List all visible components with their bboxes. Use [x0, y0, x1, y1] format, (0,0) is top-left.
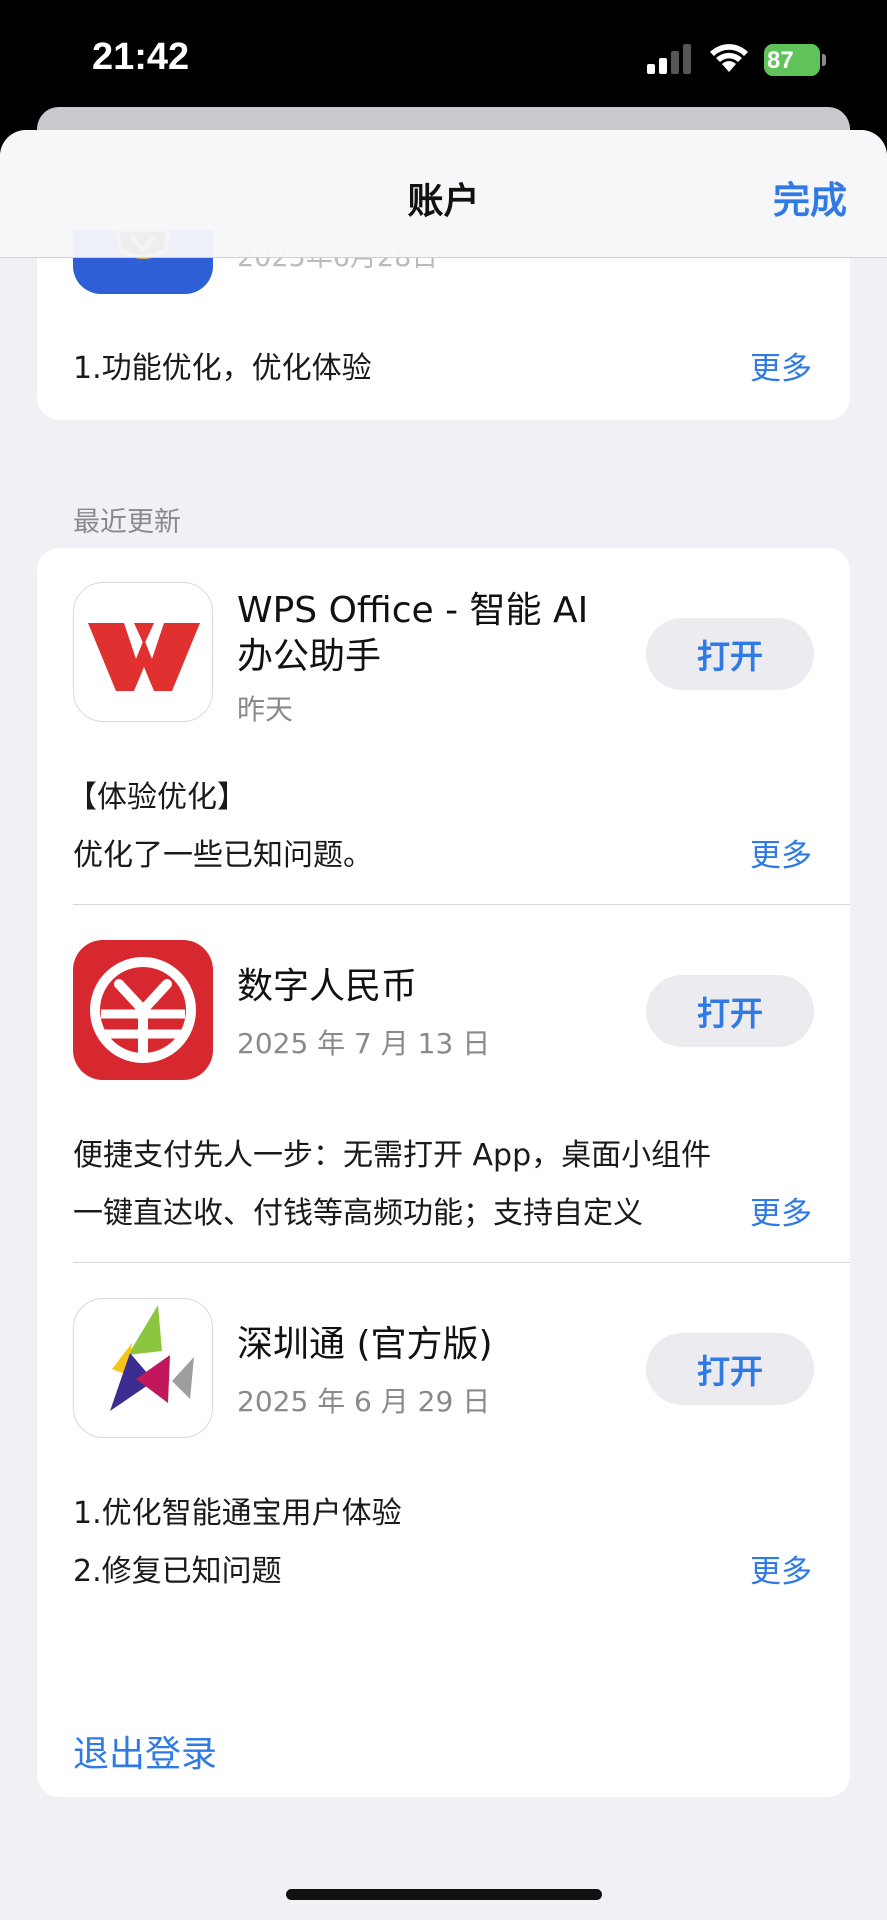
wifi-icon: [710, 44, 748, 72]
sign-out-card: 退出登录: [37, 1699, 850, 1797]
page-title: 账户: [407, 181, 480, 222]
app-update-date: 2025 年 6 月 29 日: [237, 1385, 491, 1418]
app-update-date: 昨天: [237, 693, 294, 726]
battery-level: 87: [767, 47, 794, 74]
release-notes-line1: 1.优化智能通宝用户体验: [73, 1496, 402, 1531]
release-notes-line2: 优化了一些已知问题。: [73, 838, 373, 873]
open-button[interactable]: 打开: [646, 975, 814, 1047]
status-time: 21:42: [92, 36, 190, 78]
battery-icon: 87: [764, 44, 826, 76]
digital-rmb-icon[interactable]: [73, 940, 213, 1080]
navigation-bar: 账户 完成: [0, 130, 887, 258]
account-sheet: 账户 完成 2025年6月28日 1.功能优化，优化体验 更多 最近更新 WPS…: [0, 130, 887, 1920]
sign-out-button[interactable]: 退出登录: [73, 1725, 217, 1777]
home-indicator[interactable]: [286, 1889, 602, 1900]
app-update-date: 2025 年 7 月 13 日: [237, 1027, 491, 1060]
more-link[interactable]: 更多: [736, 1188, 812, 1233]
more-link[interactable]: 更多: [736, 1546, 812, 1591]
divider: [73, 1262, 850, 1263]
release-notes-line1: 便捷支付先人一步：无需打开 App，桌面小组件: [73, 1138, 712, 1173]
cellular-signal-icon: [647, 44, 691, 74]
app-name[interactable]: WPS Office - 智能 AI: [237, 588, 588, 634]
wps-office-icon[interactable]: [73, 582, 213, 722]
divider: [73, 904, 850, 905]
app-name[interactable]: 深圳通 (官方版): [237, 1322, 493, 1368]
more-link[interactable]: 更多: [736, 343, 812, 388]
section-header-recent-updates: 最近更新: [73, 507, 181, 538]
more-link[interactable]: 更多: [736, 830, 812, 875]
release-notes-line2: 2.修复已知问题: [73, 1554, 282, 1589]
release-notes-line2: 一键直达收、付钱等高频功能；支持自定义: [73, 1196, 643, 1231]
release-notes-line1: 【体验优化】: [67, 780, 247, 815]
open-button[interactable]: 打开: [646, 618, 814, 690]
done-button[interactable]: 完成: [773, 170, 847, 224]
app-name-line2[interactable]: 办公助手: [237, 634, 381, 680]
open-button[interactable]: 打开: [646, 1333, 814, 1405]
app-name[interactable]: 数字人民币: [237, 964, 417, 1010]
shenzhentong-icon[interactable]: [73, 1298, 213, 1438]
recent-updates-card: WPS Office - 智能 AI 办公助手 昨天 打开 【体验优化】 优化了…: [37, 548, 850, 1751]
release-notes: 1.功能优化，优化体验: [73, 351, 372, 386]
